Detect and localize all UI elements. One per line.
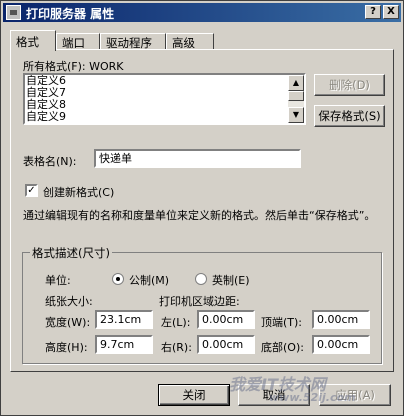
list-item[interactable]: 自定义7 — [25, 87, 304, 99]
help-button[interactable]: ? — [365, 5, 381, 19]
top-margin-input[interactable]: 0.00cm — [312, 310, 370, 329]
left-margin-input[interactable]: 0.00cm — [197, 310, 255, 329]
all-forms-label: 所有格式(F): WORK — [23, 60, 124, 73]
printer-server-properties-dialog: 打印服务器 属性 ? X 格式 端口 驱动程序 高级 所有格式(F): WORK… — [0, 0, 404, 416]
printer-icon — [6, 5, 21, 20]
right-margin-input[interactable]: 0.00cm — [197, 335, 255, 354]
scroll-thumb[interactable] — [288, 91, 304, 101]
list-item[interactable]: 自定义8 — [25, 99, 304, 111]
close-button[interactable]: 关闭 — [158, 384, 230, 406]
apply-button[interactable]: 应用(A) — [319, 384, 391, 406]
scroll-up-icon[interactable]: ▲ — [288, 75, 304, 91]
title-bar[interactable]: 打印服务器 属性 ? X — [3, 3, 401, 22]
tab-formats[interactable]: 格式 — [10, 30, 56, 51]
delete-button[interactable]: 删除(D) — [314, 74, 385, 96]
english-label[interactable]: 英制(E) — [212, 272, 250, 288]
unit-label: 单位: — [45, 274, 71, 287]
description-text: 通过编辑现有的名称和度量单位来定义新的格式。然后单击“保存格式”。 — [23, 209, 376, 222]
save-form-button[interactable]: 保存格式(S) — [314, 105, 385, 127]
bottom-margin-label: 底部(O): — [261, 341, 304, 354]
scroll-down-icon[interactable]: ▼ — [288, 107, 304, 123]
window-title: 打印服务器 属性 — [26, 7, 115, 21]
paper-size-label: 纸张大小: — [45, 295, 93, 308]
form-name-input[interactable]: 快递单 — [94, 149, 301, 168]
list-scrollbar[interactable]: ▲ ▼ — [288, 75, 304, 123]
tab-ports[interactable]: 端口 — [56, 33, 100, 50]
printer-margins-label: 打印机区域边距: — [159, 295, 240, 308]
close-icon[interactable]: X — [383, 5, 399, 19]
group-title: 格式描述(尺寸) — [30, 245, 112, 261]
bottom-margin-input[interactable]: 0.00cm — [312, 335, 370, 354]
create-new-form-checkbox[interactable]: ✓ — [25, 184, 38, 197]
height-label: 高度(H): — [45, 341, 88, 354]
tab-advanced[interactable]: 高级 — [166, 33, 214, 50]
right-margin-label: 右(R): — [161, 341, 192, 354]
metric-radio[interactable] — [112, 273, 124, 285]
list-item[interactable]: 自定义9 — [25, 111, 304, 123]
forms-list[interactable]: 自定义6 自定义7 自定义8 自定义9 ▲ ▼ — [23, 73, 306, 125]
tab-drivers[interactable]: 驱动程序 — [100, 33, 166, 50]
width-label: 宽度(W): — [45, 316, 91, 329]
create-new-form-label[interactable]: 创建新格式(C) — [43, 184, 114, 200]
left-margin-label: 左(L): — [161, 316, 191, 329]
cancel-button[interactable]: 取消 — [238, 384, 310, 406]
height-input[interactable]: 9.7cm — [95, 335, 153, 354]
form-name-label: 表格名(N): — [23, 155, 77, 168]
top-margin-label: 顶端(T): — [261, 316, 303, 329]
width-input[interactable]: 23.1cm — [95, 310, 153, 329]
metric-label[interactable]: 公制(M) — [129, 272, 169, 288]
list-item[interactable]: 自定义6 — [25, 75, 304, 87]
english-radio[interactable] — [195, 273, 207, 285]
selected-dot — [116, 277, 120, 281]
